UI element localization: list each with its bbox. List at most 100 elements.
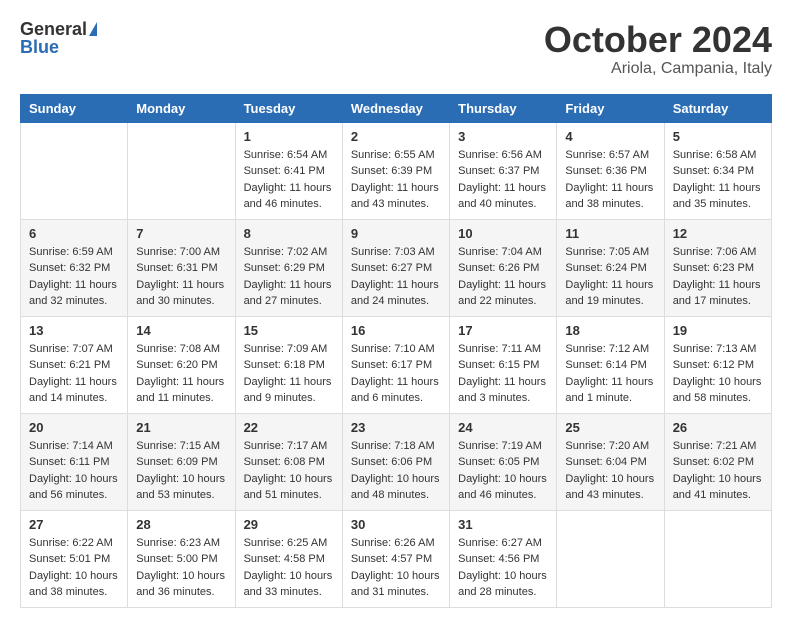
calendar-cell: 24Sunrise: 7:19 AM Sunset: 6:05 PM Dayli…: [450, 413, 557, 510]
calendar-cell: 11 Sunrise: 7:05 AM Sunset: 6:24 PM Dayli…: [557, 219, 664, 316]
calendar-cell: 2Sunrise: 6:55 AM Sunset: 6:39 PM Daylig…: [342, 122, 449, 219]
day-info: Sunrise: 6:54 AM Sunset: 6:41 PM Dayligh…: [244, 147, 334, 213]
week-row-2: 6 Sunrise: 6:59 AM Sunset: 6:32 PM Daylig…: [21, 219, 772, 316]
day-info: Sunrise: 7:03 AM Sunset: 6:27 PM Dayligh…: [351, 244, 441, 310]
day-info: Sunrise: 6:57 AM Sunset: 6:36 PM Dayligh…: [565, 147, 655, 213]
day-info: Sunrise: 7:04 AM Sunset: 6:26 PM Dayligh…: [458, 244, 548, 310]
day-info: Sunrise: 7:13 AM Sunset: 6:12 PM Dayligh…: [673, 341, 763, 407]
header-row: SundayMondayTuesdayWednesdayThursdayFrid…: [21, 94, 772, 122]
week-row-1: 1Sunrise: 6:54 AM Sunset: 6:41 PM Daylig…: [21, 122, 772, 219]
calendar-cell: 10 Sunrise: 7:04 AM Sunset: 6:26 PM Dayli…: [450, 219, 557, 316]
day-number: 16: [351, 323, 441, 338]
day-number: 9: [351, 226, 441, 241]
day-info: Sunrise: 6:27 AM Sunset: 4:56 PM Dayligh…: [458, 535, 548, 601]
day-number: 17: [458, 323, 548, 338]
day-info: Sunrise: 6:26 AM Sunset: 4:57 PM Dayligh…: [351, 535, 441, 601]
calendar-cell: 15 Sunrise: 7:09 AM Sunset: 6:18 PM Dayli…: [235, 316, 342, 413]
calendar-cell: 28Sunrise: 6:23 AM Sunset: 5:00 PM Dayli…: [128, 510, 235, 607]
col-header-tuesday: Tuesday: [235, 94, 342, 122]
calendar-cell: 30 Sunrise: 6:26 AM Sunset: 4:57 PM Dayli…: [342, 510, 449, 607]
calendar-cell: 17 Sunrise: 7:11 AM Sunset: 6:15 PM Dayli…: [450, 316, 557, 413]
calendar-cell: [664, 510, 771, 607]
day-info: Sunrise: 7:08 AM Sunset: 6:20 PM Dayligh…: [136, 341, 226, 407]
day-number: 12: [673, 226, 763, 241]
day-info: Sunrise: 7:21 AM Sunset: 6:02 PM Dayligh…: [673, 438, 763, 504]
day-number: 2: [351, 129, 441, 144]
calendar-cell: 3 Sunrise: 6:56 AM Sunset: 6:37 PM Daylig…: [450, 122, 557, 219]
col-header-monday: Monday: [128, 94, 235, 122]
day-info: Sunrise: 7:14 AM Sunset: 6:11 PM Dayligh…: [29, 438, 119, 504]
calendar-cell: 16 Sunrise: 7:10 AM Sunset: 6:17 PM Dayli…: [342, 316, 449, 413]
day-number: 13: [29, 323, 119, 338]
day-number: 14: [136, 323, 226, 338]
calendar-cell: 23 Sunrise: 7:18 AM Sunset: 6:06 PM Dayli…: [342, 413, 449, 510]
week-row-5: 27Sunrise: 6:22 AM Sunset: 5:01 PM Dayli…: [21, 510, 772, 607]
month-title: October 2024: [544, 20, 772, 60]
day-info: Sunrise: 7:11 AM Sunset: 6:15 PM Dayligh…: [458, 341, 548, 407]
day-number: 15: [244, 323, 334, 338]
day-info: Sunrise: 7:17 AM Sunset: 6:08 PM Dayligh…: [244, 438, 334, 504]
calendar-cell: 8Sunrise: 7:02 AM Sunset: 6:29 PM Daylig…: [235, 219, 342, 316]
calendar-cell: 29Sunrise: 6:25 AM Sunset: 4:58 PM Dayli…: [235, 510, 342, 607]
day-info: Sunrise: 6:59 AM Sunset: 6:32 PM Dayligh…: [29, 244, 119, 310]
calendar-cell: 31 Sunrise: 6:27 AM Sunset: 4:56 PM Dayli…: [450, 510, 557, 607]
day-number: 19: [673, 323, 763, 338]
col-header-saturday: Saturday: [664, 94, 771, 122]
day-number: 11: [565, 226, 655, 241]
calendar-cell: 4 Sunrise: 6:57 AM Sunset: 6:36 PM Daylig…: [557, 122, 664, 219]
col-header-wednesday: Wednesday: [342, 94, 449, 122]
day-info: Sunrise: 6:22 AM Sunset: 5:01 PM Dayligh…: [29, 535, 119, 601]
day-number: 6: [29, 226, 119, 241]
col-header-sunday: Sunday: [21, 94, 128, 122]
calendar-cell: 21 Sunrise: 7:15 AM Sunset: 6:09 PM Dayli…: [128, 413, 235, 510]
day-info: Sunrise: 7:10 AM Sunset: 6:17 PM Dayligh…: [351, 341, 441, 407]
day-number: 25: [565, 420, 655, 435]
calendar-cell: [21, 122, 128, 219]
day-number: 5: [673, 129, 763, 144]
calendar-cell: 22 Sunrise: 7:17 AM Sunset: 6:08 PM Dayli…: [235, 413, 342, 510]
day-info: Sunrise: 6:58 AM Sunset: 6:34 PM Dayligh…: [673, 147, 763, 213]
calendar-cell: 14 Sunrise: 7:08 AM Sunset: 6:20 PM Dayli…: [128, 316, 235, 413]
calendar-cell: 6 Sunrise: 6:59 AM Sunset: 6:32 PM Daylig…: [21, 219, 128, 316]
day-info: Sunrise: 6:25 AM Sunset: 4:58 PM Dayligh…: [244, 535, 334, 601]
calendar-cell: 13Sunrise: 7:07 AM Sunset: 6:21 PM Dayli…: [21, 316, 128, 413]
day-info: Sunrise: 7:15 AM Sunset: 6:09 PM Dayligh…: [136, 438, 226, 504]
calendar-cell: 12 Sunrise: 7:06 AM Sunset: 6:23 PM Dayli…: [664, 219, 771, 316]
day-number: 4: [565, 129, 655, 144]
day-number: 28: [136, 517, 226, 532]
day-number: 20: [29, 420, 119, 435]
day-number: 21: [136, 420, 226, 435]
col-header-thursday: Thursday: [450, 94, 557, 122]
day-number: 7: [136, 226, 226, 241]
logo-triangle-icon: [89, 22, 97, 36]
day-number: 18: [565, 323, 655, 338]
calendar-cell: 9 Sunrise: 7:03 AM Sunset: 6:27 PM Daylig…: [342, 219, 449, 316]
day-number: 22: [244, 420, 334, 435]
day-info: Sunrise: 7:06 AM Sunset: 6:23 PM Dayligh…: [673, 244, 763, 310]
calendar-cell: 26Sunrise: 7:21 AM Sunset: 6:02 PM Dayli…: [664, 413, 771, 510]
day-info: Sunrise: 7:18 AM Sunset: 6:06 PM Dayligh…: [351, 438, 441, 504]
logo-general-text: General: [20, 20, 87, 38]
day-number: 10: [458, 226, 548, 241]
week-row-4: 20 Sunrise: 7:14 AM Sunset: 6:11 PM Dayli…: [21, 413, 772, 510]
col-header-friday: Friday: [557, 94, 664, 122]
calendar-cell: 5 Sunrise: 6:58 AM Sunset: 6:34 PM Daylig…: [664, 122, 771, 219]
day-info: Sunrise: 7:09 AM Sunset: 6:18 PM Dayligh…: [244, 341, 334, 407]
day-info: Sunrise: 6:56 AM Sunset: 6:37 PM Dayligh…: [458, 147, 548, 213]
calendar-cell: [557, 510, 664, 607]
calendar-cell: 18Sunrise: 7:12 AM Sunset: 6:14 PM Dayli…: [557, 316, 664, 413]
day-number: 23: [351, 420, 441, 435]
day-info: Sunrise: 7:20 AM Sunset: 6:04 PM Dayligh…: [565, 438, 655, 504]
calendar-cell: 19 Sunrise: 7:13 AM Sunset: 6:12 PM Dayli…: [664, 316, 771, 413]
calendar-cell: 7Sunrise: 7:00 AM Sunset: 6:31 PM Daylig…: [128, 219, 235, 316]
calendar-cell: 27Sunrise: 6:22 AM Sunset: 5:01 PM Dayli…: [21, 510, 128, 607]
logo: General Blue: [20, 20, 97, 58]
day-number: 3: [458, 129, 548, 144]
calendar-cell: 1Sunrise: 6:54 AM Sunset: 6:41 PM Daylig…: [235, 122, 342, 219]
day-number: 30: [351, 517, 441, 532]
calendar-cell: 20 Sunrise: 7:14 AM Sunset: 6:11 PM Dayli…: [21, 413, 128, 510]
day-number: 31: [458, 517, 548, 532]
day-number: 24: [458, 420, 548, 435]
location-text: Ariola, Campania, Italy: [544, 60, 772, 78]
day-info: Sunrise: 7:05 AM Sunset: 6:24 PM Dayligh…: [565, 244, 655, 310]
